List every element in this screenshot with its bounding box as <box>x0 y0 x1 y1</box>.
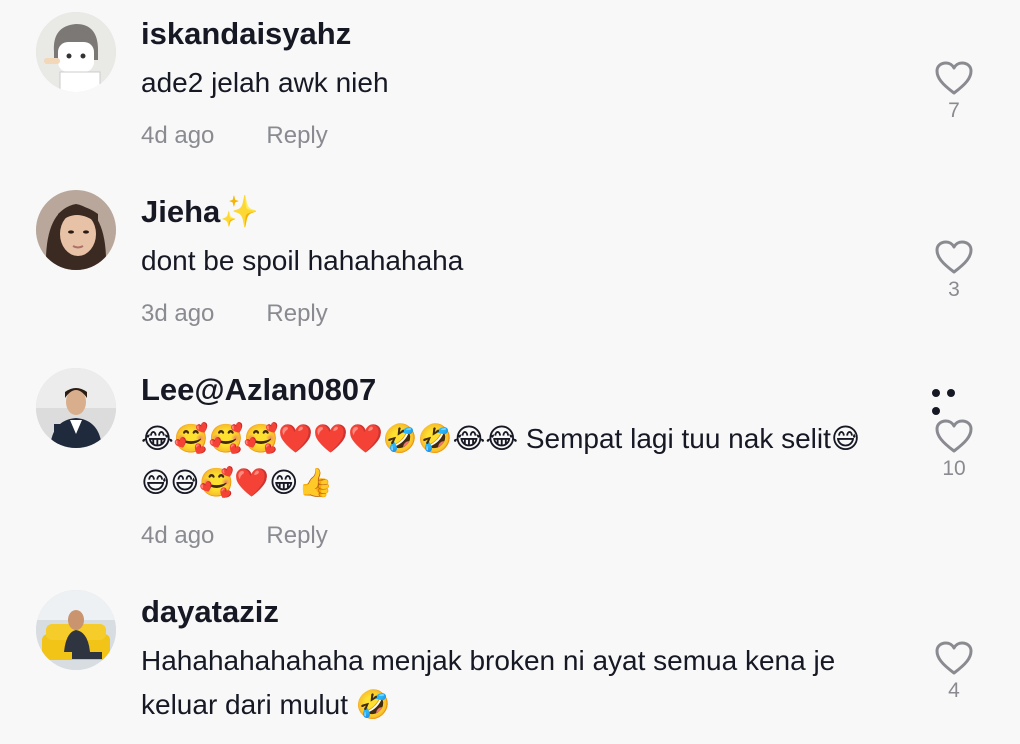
comment-meta: 4d ago Reply <box>141 121 328 151</box>
like-count: 3 <box>948 278 960 301</box>
heart-icon[interactable] <box>934 60 974 96</box>
like-control: 7 <box>930 60 978 124</box>
woman-photo-avatar-icon <box>36 190 116 270</box>
comment-timestamp: 3d ago <box>141 300 215 327</box>
like-count: 10 <box>942 457 966 480</box>
more-options-icon[interactable] <box>932 384 976 415</box>
comment-username[interactable]: Jieha✨ <box>141 194 259 230</box>
comment-list: iskandaisyahz ade2 jelah awk nieh 4d ago… <box>0 0 1020 744</box>
comment-meta: 4d ago Reply <box>141 521 328 551</box>
reply-button[interactable]: Reply <box>266 300 327 327</box>
like-control: 4 <box>930 640 978 704</box>
cartoon-character-avatar-icon <box>36 12 116 92</box>
avatar[interactable] <box>36 590 116 670</box>
heart-icon[interactable] <box>934 418 974 454</box>
comment-meta: 3d ago Reply <box>141 299 328 329</box>
like-count: 7 <box>948 99 960 122</box>
comment-text: dont be spoil hahahahaha <box>141 245 464 276</box>
comment-username[interactable]: iskandaisyahz <box>141 16 351 52</box>
heart-icon[interactable] <box>934 640 974 676</box>
like-count: 4 <box>948 679 960 702</box>
comment-text: Hahahahahahaha menjak broken ni ayat sem… <box>141 645 836 720</box>
avatar[interactable] <box>36 12 116 92</box>
like-control: 3 <box>930 239 978 303</box>
reply-button[interactable]: Reply <box>266 122 327 149</box>
heart-icon[interactable] <box>934 239 974 275</box>
comment-timestamp: 4d ago <box>141 122 215 149</box>
like-control: 10 <box>930 418 978 482</box>
comment-username[interactable]: Lee@Azlan0807 <box>141 372 376 408</box>
comment-timestamp: 4d ago <box>141 522 215 549</box>
man-on-yellow-couch-avatar-icon <box>36 590 116 670</box>
comment-username[interactable]: dayataziz <box>141 594 279 630</box>
comment-text: 😂🥰🥰🥰❤️❤️❤️🤣🤣😂😂 Sempat lagi tuu nak selit… <box>141 423 861 498</box>
comment-text: ade2 jelah awk nieh <box>141 67 389 98</box>
avatar[interactable] <box>36 190 116 270</box>
man-in-suit-avatar-icon <box>36 368 116 448</box>
avatar[interactable] <box>36 368 116 448</box>
reply-button[interactable]: Reply <box>266 522 327 549</box>
